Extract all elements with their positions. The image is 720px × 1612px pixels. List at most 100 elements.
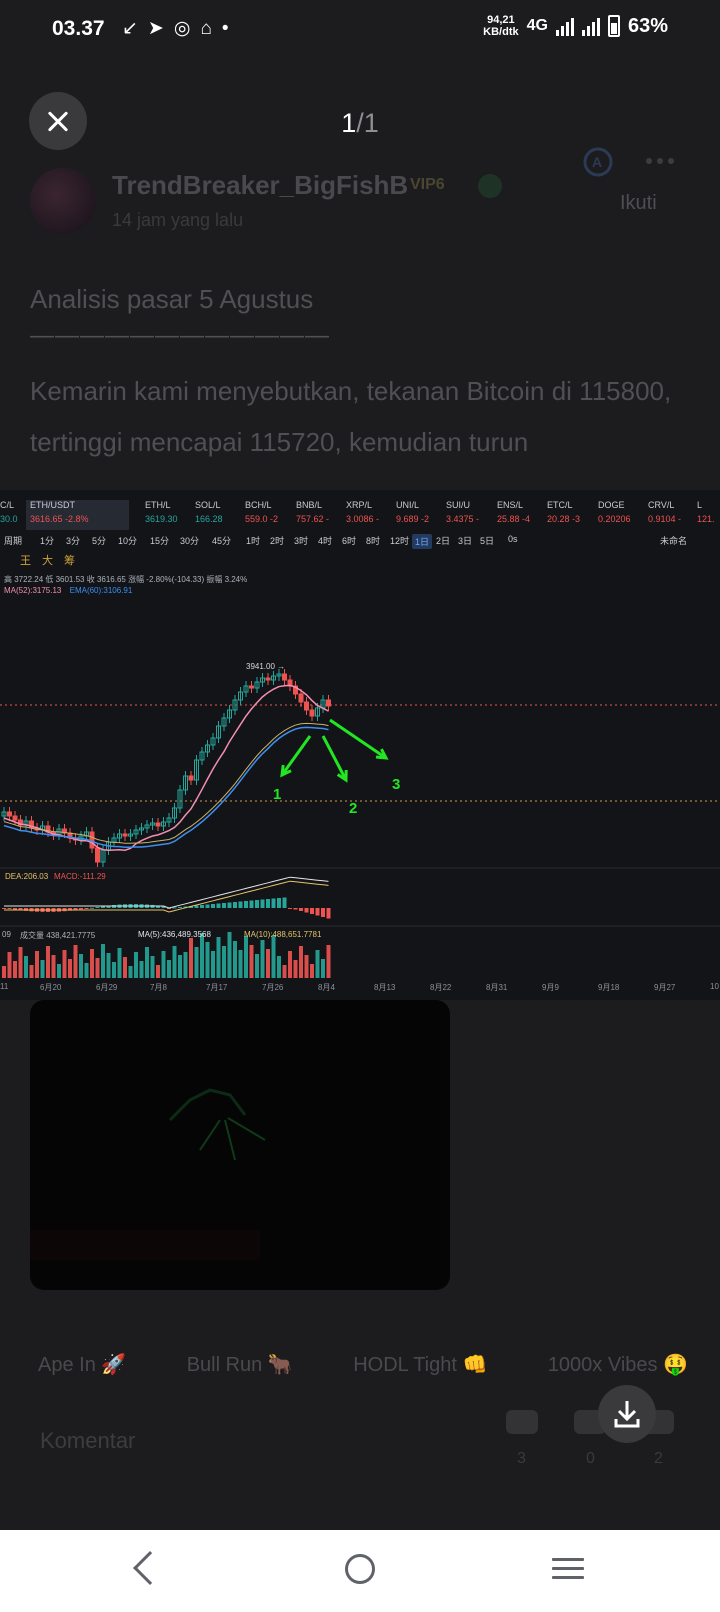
post-divider: ———————————— xyxy=(30,322,330,349)
macd-bar xyxy=(2,908,6,909)
tag-bull-run[interactable]: Bull Run 🐂 xyxy=(187,1352,293,1377)
volume-bar xyxy=(68,959,72,978)
macd-bar xyxy=(200,905,204,908)
macd-bar xyxy=(194,905,199,908)
volume-bar xyxy=(112,962,116,978)
post-body: Kemarin kami menyebutkan, tekanan Bitcoi… xyxy=(30,376,672,457)
download-icon xyxy=(614,1401,640,1428)
home-icon[interactable] xyxy=(345,1554,375,1584)
macd-bar xyxy=(271,898,276,908)
follow-button[interactable]: Ikuti xyxy=(620,192,657,215)
volume-bar xyxy=(95,958,100,978)
volume-bar xyxy=(183,952,188,978)
candle xyxy=(89,831,95,849)
post-tags: Ape In 🚀 Bull Run 🐂 HODL Tight 👊 1000x V… xyxy=(38,1352,688,1377)
volume-bar xyxy=(260,940,265,978)
candle xyxy=(122,833,128,837)
volume-bar xyxy=(189,938,193,978)
comment-icon[interactable] xyxy=(506,1410,538,1434)
post-time: 14 jam yang lalu xyxy=(112,210,244,230)
volume-bar xyxy=(299,946,303,978)
macd-bar xyxy=(7,908,12,909)
post-image-thumbnail[interactable] xyxy=(30,1000,450,1290)
volume-bar xyxy=(156,965,160,978)
volume-bar xyxy=(62,950,67,978)
battery-icon xyxy=(607,15,620,37)
volume-bar xyxy=(200,933,204,978)
date-tick-1: 6月20 xyxy=(40,983,62,992)
volume-bar xyxy=(73,945,78,978)
macd-bar xyxy=(216,903,221,908)
discord-icon: ⌂ xyxy=(200,18,212,39)
volume-bar xyxy=(178,955,182,978)
macd-bar xyxy=(249,900,254,908)
candle xyxy=(95,847,100,863)
macd-bar xyxy=(315,908,320,916)
volume-bar xyxy=(310,964,314,978)
macd-bar xyxy=(178,907,182,908)
date-tick-7: 8月13 xyxy=(374,983,396,992)
tag-1000x-vibes[interactable]: 1000x Vibes 🤑 xyxy=(548,1352,688,1377)
author-avatar[interactable] xyxy=(30,168,96,234)
telegram-icon: ➤ xyxy=(147,18,164,39)
ema-secondary-line xyxy=(3,722,329,844)
macd-bar xyxy=(277,898,281,908)
volume-bar xyxy=(51,955,56,978)
volume-bar xyxy=(326,945,331,978)
volume-bar xyxy=(216,937,221,978)
prediction-arrow-3 xyxy=(329,718,387,760)
date-tick-10: 9月9 xyxy=(542,983,559,992)
volume-bar xyxy=(167,960,171,978)
tag-ape-in[interactable]: Ape In 🚀 xyxy=(38,1352,126,1377)
macd-bar xyxy=(90,907,94,909)
ma-line xyxy=(3,684,329,852)
signal-icon-2 xyxy=(581,16,600,36)
volume-bar xyxy=(24,956,28,978)
date-tick-5: 7月26 xyxy=(262,983,284,992)
dot-icon: • xyxy=(221,18,229,39)
volume-bar xyxy=(150,956,155,978)
download-button[interactable] xyxy=(598,1385,656,1443)
macd-bar xyxy=(79,908,83,910)
volume-bar xyxy=(172,946,177,978)
macd-bar xyxy=(310,908,314,914)
date-tick-11: 9月18 xyxy=(598,983,620,992)
date-tick-0: 11 xyxy=(0,982,9,991)
comment-label[interactable]: Komentar xyxy=(40,1428,135,1454)
prediction-arrow-2 xyxy=(321,735,348,781)
macd-bar xyxy=(282,897,287,908)
date-tick-9: 8月31 xyxy=(486,983,508,992)
recents-icon[interactable] xyxy=(552,1558,584,1580)
volume-bar xyxy=(304,955,309,978)
prediction-arrow-1 xyxy=(280,735,312,776)
volume-bar xyxy=(161,951,166,978)
vol-prefix: 09 xyxy=(2,930,11,939)
candle xyxy=(155,822,161,827)
macd-bar xyxy=(266,899,270,908)
volume-bar xyxy=(7,952,12,978)
macd-bar xyxy=(260,899,265,908)
candle xyxy=(326,699,331,707)
chart-screenshot[interactable]: C/L 30.0 ETH/USDT 3616.65 -2.8% ETH/L 3619.30… xyxy=(0,490,720,1000)
volume-bar xyxy=(79,954,83,978)
volume-bar xyxy=(128,966,133,978)
high-price-label: 3941.00 → xyxy=(246,662,286,671)
volume-bar xyxy=(57,964,61,978)
vol-ma5-label: MA(5):436,489.3568 xyxy=(138,930,211,939)
back-icon[interactable] xyxy=(133,1551,167,1585)
macd-bar xyxy=(238,901,243,908)
macd-bar xyxy=(321,908,325,917)
network-type: 4G xyxy=(526,17,548,34)
macd-bar xyxy=(211,904,215,908)
translate-icon: A xyxy=(583,147,613,177)
volume-bar xyxy=(101,944,105,978)
candle xyxy=(298,693,304,703)
author-name[interactable]: TrendBreaker_BigFishB xyxy=(112,170,408,201)
macd-bar xyxy=(95,906,100,908)
missed-call-icon: ↙ xyxy=(122,18,138,39)
volume-bar xyxy=(315,950,320,978)
volume-bar xyxy=(266,949,270,978)
volume-bar xyxy=(123,957,127,978)
volume-bar xyxy=(84,963,89,978)
tag-hodl-tight[interactable]: HODL Tight 👊 xyxy=(353,1352,487,1377)
